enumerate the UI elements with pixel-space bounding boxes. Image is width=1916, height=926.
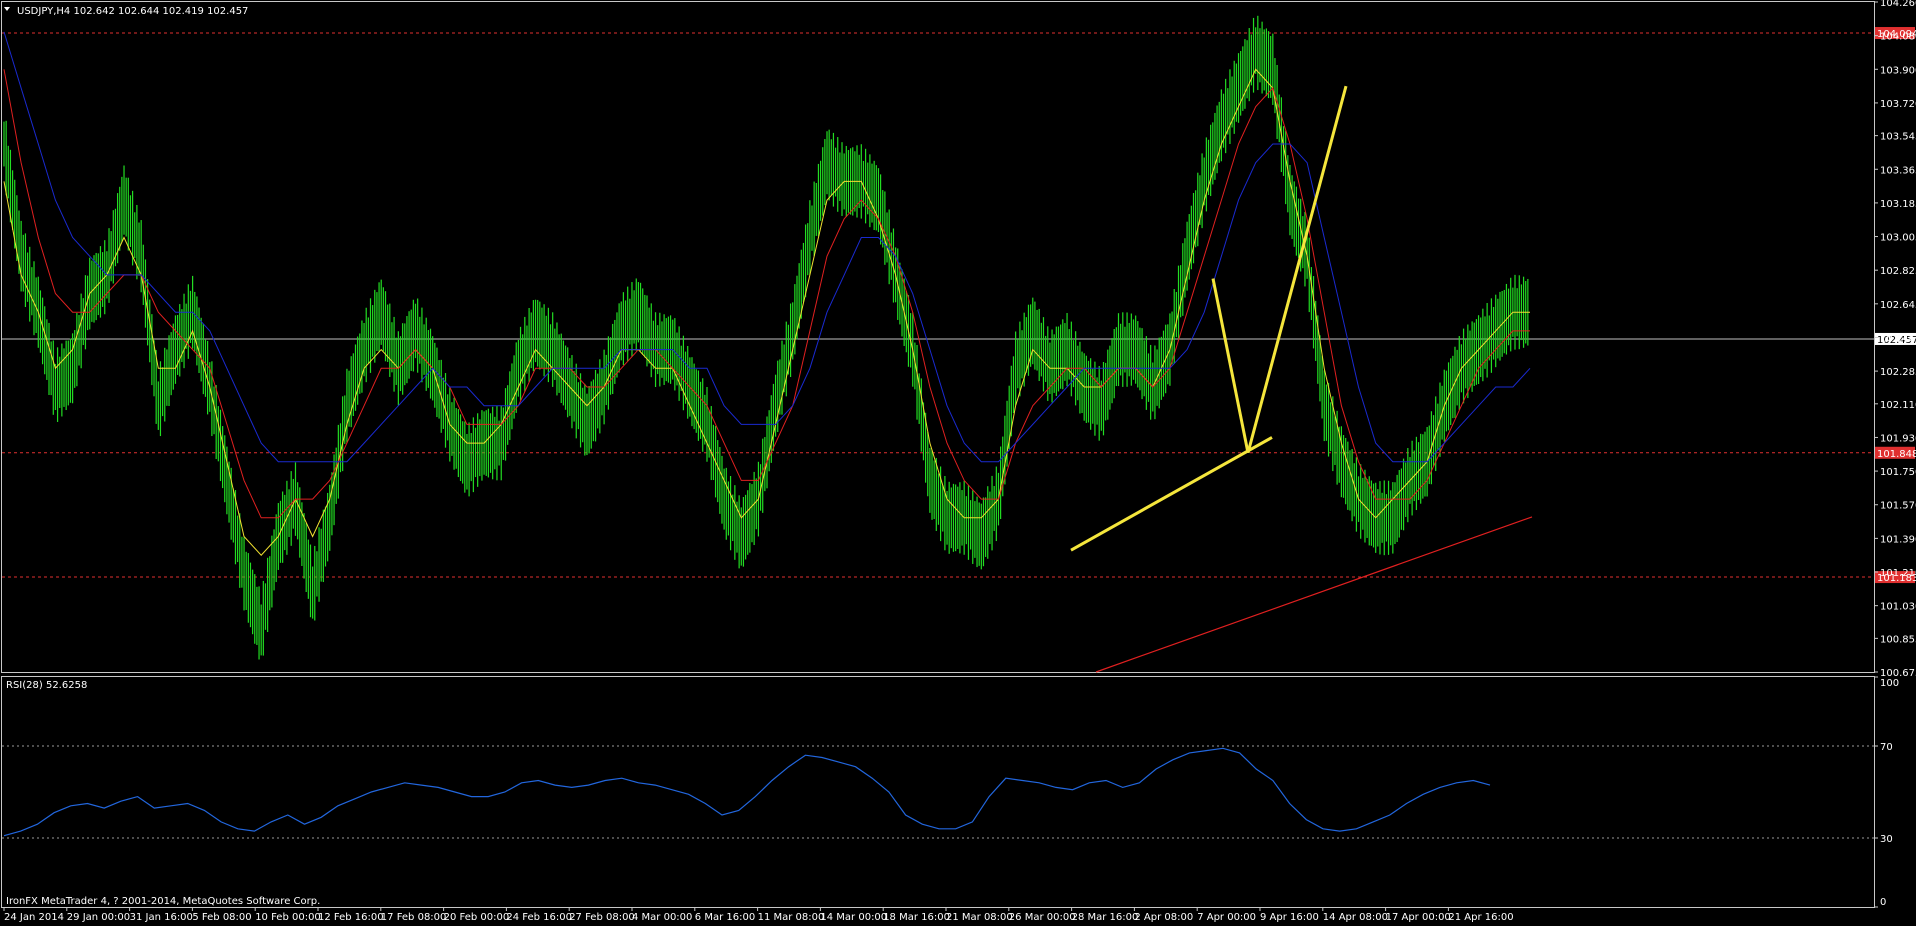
- y-tick-label: 104.260: [1880, 0, 1916, 9]
- y-tick-label: 102.110: [1880, 400, 1916, 411]
- x-tick-label: 5 Feb 08:00: [192, 912, 251, 923]
- rsi-tick-label: 70: [1880, 742, 1893, 753]
- x-tick-label: 21 Mar 08:00: [946, 912, 1013, 923]
- x-tick-label: 9 Apr 16:00: [1260, 912, 1319, 923]
- x-tick-label: 12 Feb 16:00: [318, 912, 384, 923]
- x-tick-label: 7 Apr 00:00: [1197, 912, 1256, 923]
- copyright-text: IronFX MetaTrader 4, ? 2001-2014, MetaQu…: [6, 896, 320, 907]
- x-tick-label: 21 Apr 16:00: [1448, 912, 1513, 923]
- y-tick-label: 103.545: [1880, 132, 1916, 143]
- y-tick-label: 103.185: [1880, 199, 1916, 210]
- x-tick-label: 2 Apr 08:00: [1134, 912, 1193, 923]
- y-tick-label: 104.080: [1880, 32, 1916, 43]
- y-tick-label: 101.930: [1880, 433, 1916, 444]
- x-tick-label: 17 Apr 00:00: [1386, 912, 1451, 923]
- x-tick-label: 14 Apr 08:00: [1323, 912, 1388, 923]
- x-tick-label: 31 Jan 16:00: [130, 912, 193, 923]
- y-tick-label: 103.900: [1880, 65, 1916, 76]
- y-tick-label: 102.285: [1880, 367, 1916, 378]
- x-tick-label: 24 Feb 16:00: [506, 912, 572, 923]
- x-tick-label: 6 Mar 16:00: [695, 912, 755, 923]
- y-tick-label: 102.825: [1880, 266, 1916, 277]
- rsi-tick-label: 0: [1880, 897, 1886, 908]
- x-tick-label: 10 Feb 00:00: [255, 912, 321, 923]
- y-tick-label: 103.005: [1880, 233, 1916, 244]
- y-tick-label: 102.645: [1880, 300, 1916, 311]
- x-tick-label: 29 Jan 00:00: [67, 912, 130, 923]
- y-tick-label: 101.750: [1880, 467, 1916, 478]
- y-tick-label: 103.720: [1880, 99, 1916, 110]
- x-tick-label: 20 Feb 00:00: [444, 912, 510, 923]
- y-tick-label: 100.855: [1880, 634, 1916, 645]
- x-tick-label: 24 Jan 2014: [4, 912, 64, 923]
- y-tick-label: 101.210: [1880, 568, 1916, 579]
- y-tick-label: 102.465: [1880, 333, 1916, 344]
- x-tick-label: 11 Mar 08:00: [758, 912, 825, 923]
- x-tick-label: 17 Feb 08:00: [381, 912, 447, 923]
- x-tick-label: 4 Mar 00:00: [632, 912, 692, 923]
- x-tick-label: 27 Feb 08:00: [569, 912, 635, 923]
- level-price-label: 101.848: [1877, 449, 1916, 460]
- y-tick-label: 101.390: [1880, 534, 1916, 545]
- x-tick-label: 14 Mar 00:00: [820, 912, 887, 923]
- rsi-tick-label: 100: [1880, 678, 1899, 689]
- y-tick-label: 103.365: [1880, 165, 1916, 176]
- chart-canvas[interactable]: 104.094101.848101.183102.457 104.260104.…: [0, 0, 1916, 926]
- y-tick-label: 101.570: [1880, 501, 1916, 512]
- x-tick-label: 26 Mar 00:00: [1009, 912, 1076, 923]
- rsi-tick-label: 30: [1880, 834, 1893, 845]
- chart-title: USDJPY,H4 102.642 102.644 102.419 102.45…: [17, 6, 248, 17]
- x-tick-label: 28 Mar 16:00: [1072, 912, 1139, 923]
- x-tick-label: 18 Mar 16:00: [883, 912, 950, 923]
- rsi-title: RSI(28) 52.6258: [6, 680, 87, 691]
- y-tick-label: 101.030: [1880, 602, 1916, 613]
